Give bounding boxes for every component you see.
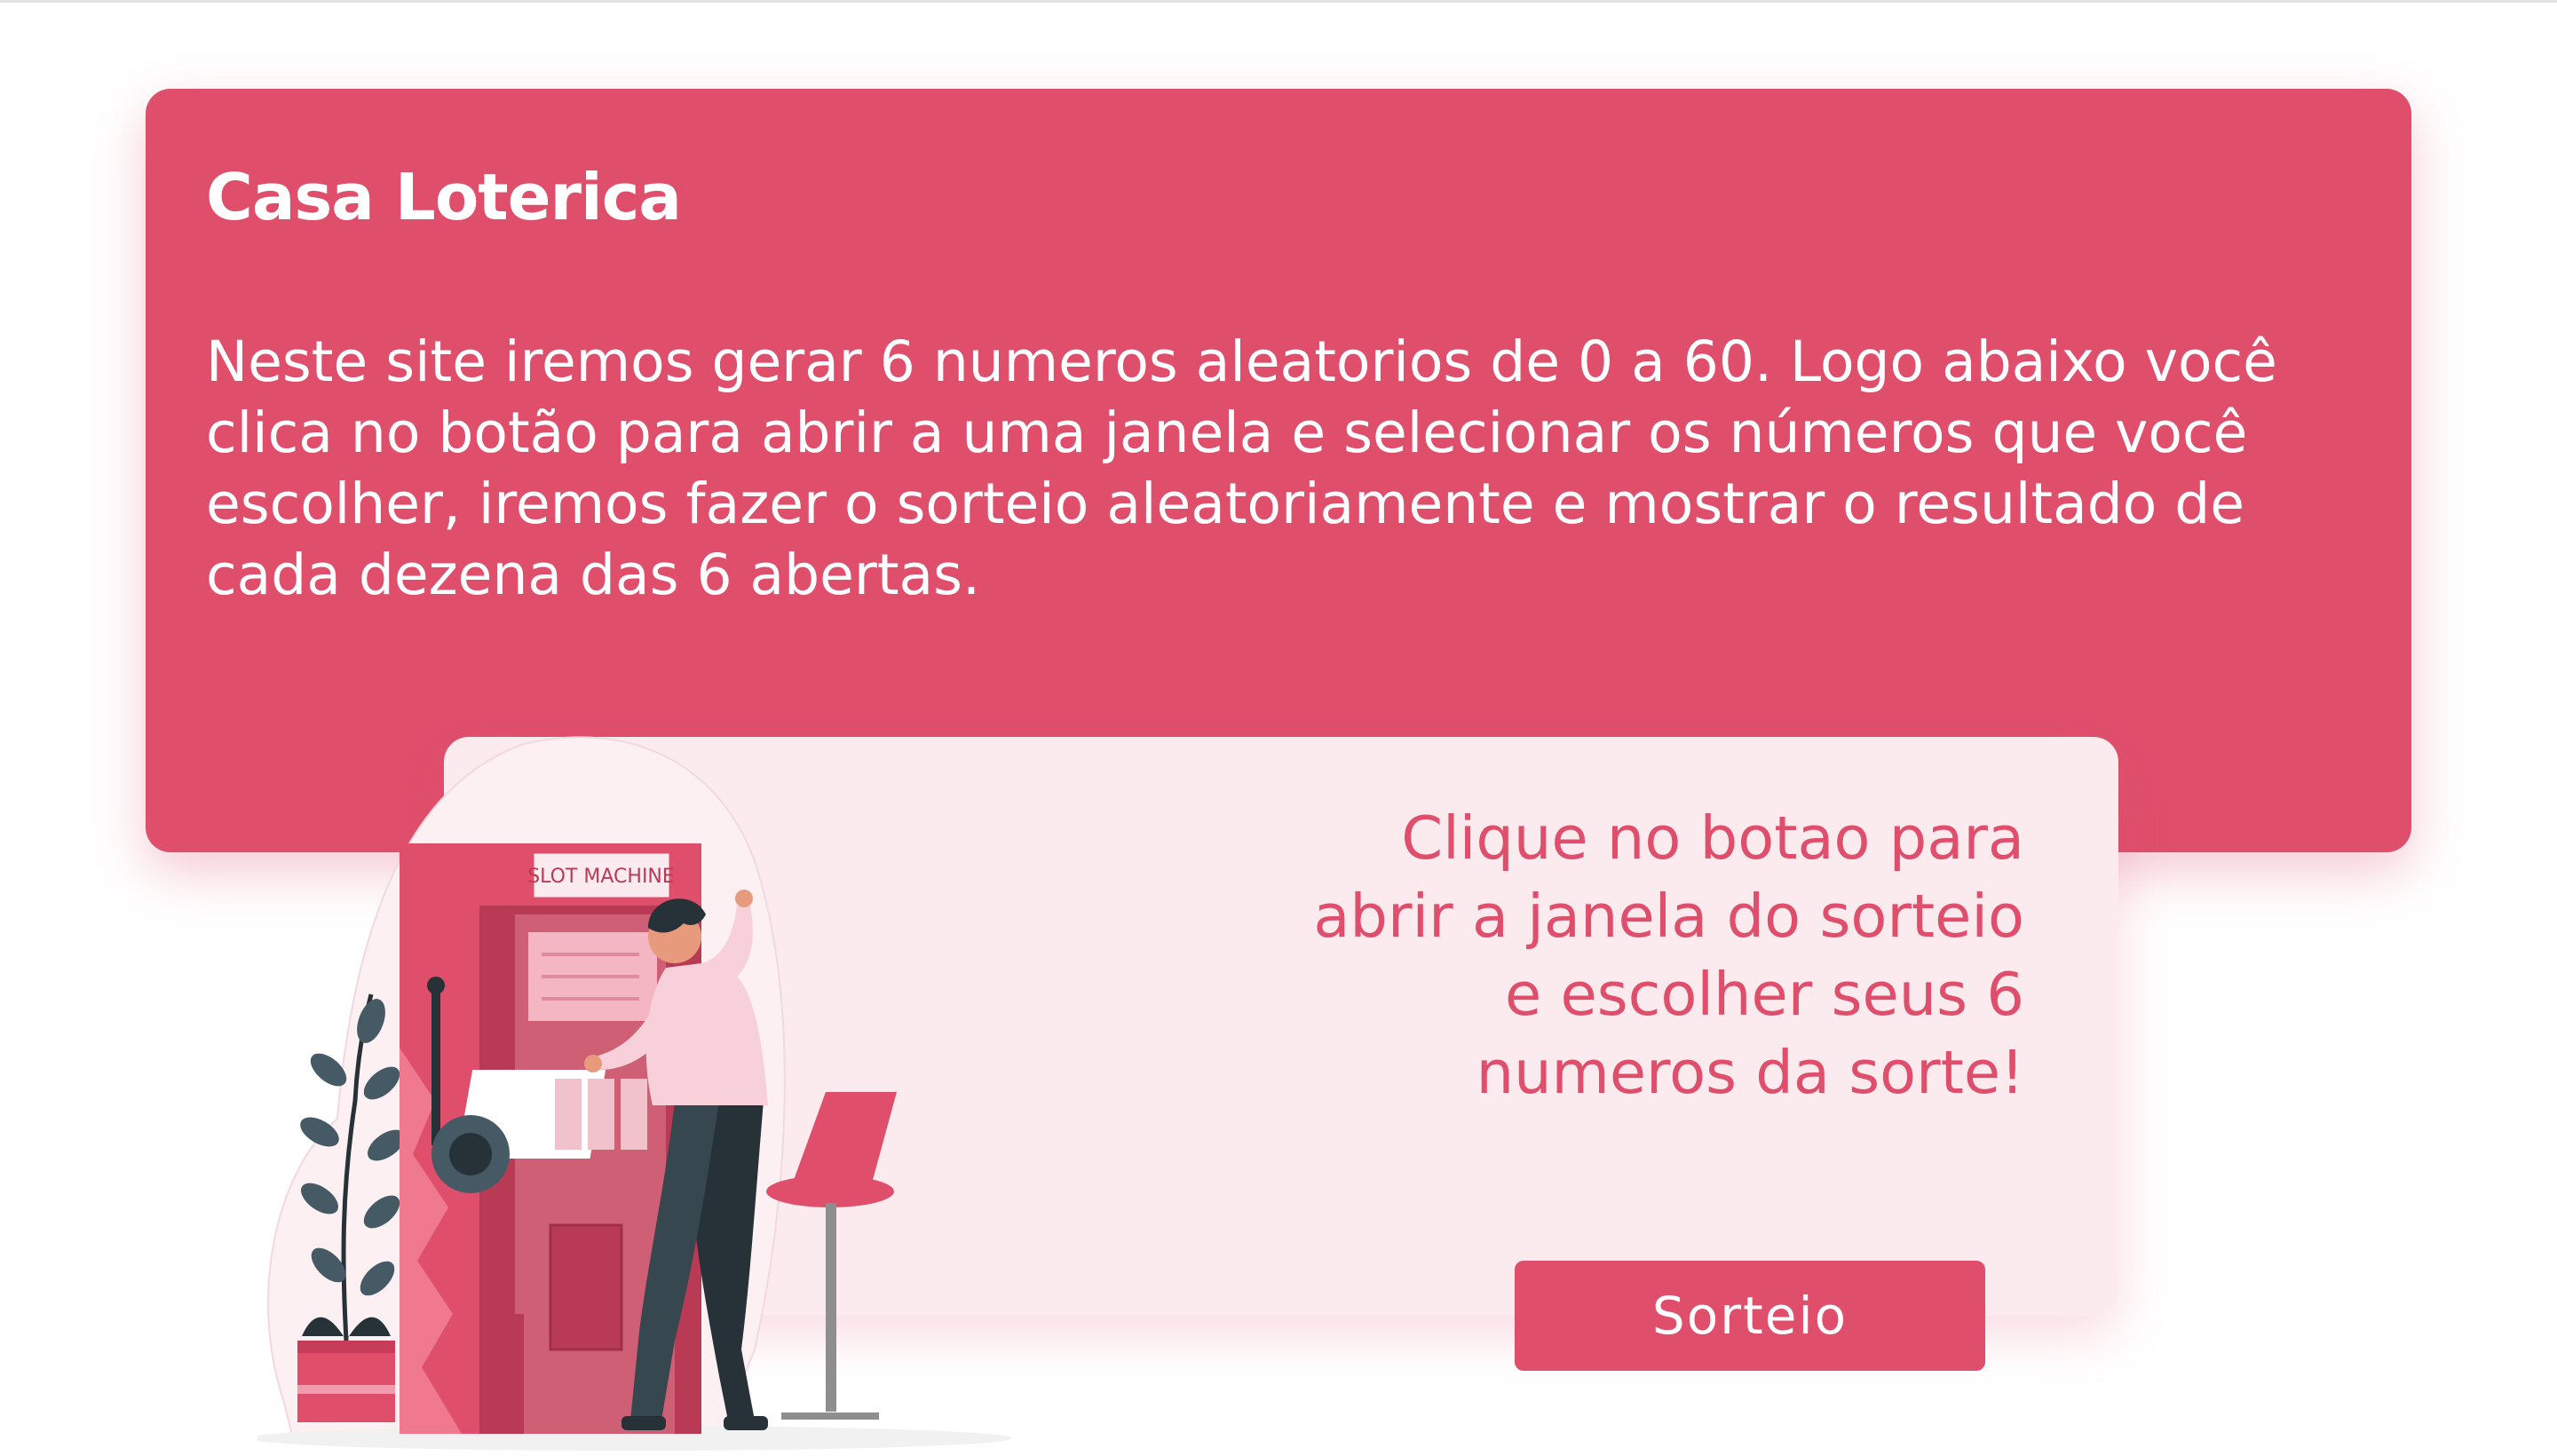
top-divider: [0, 0, 2557, 3]
bar-stool-icon: [766, 1092, 897, 1420]
page-title: Casa Loterica: [206, 160, 682, 234]
panel-instructions: Clique no botao para abrir a janela do s…: [1313, 803, 2024, 1107]
slot-machine-sign: SLOT MACHINE: [527, 866, 675, 888]
sorteio-button[interactable]: Sorteio: [1515, 1261, 1985, 1371]
slot-machine-illustration: SLOT MACHINE: [257, 736, 1012, 1451]
hero-description: Neste site iremos gerar 6 numeros aleato…: [206, 329, 2277, 607]
